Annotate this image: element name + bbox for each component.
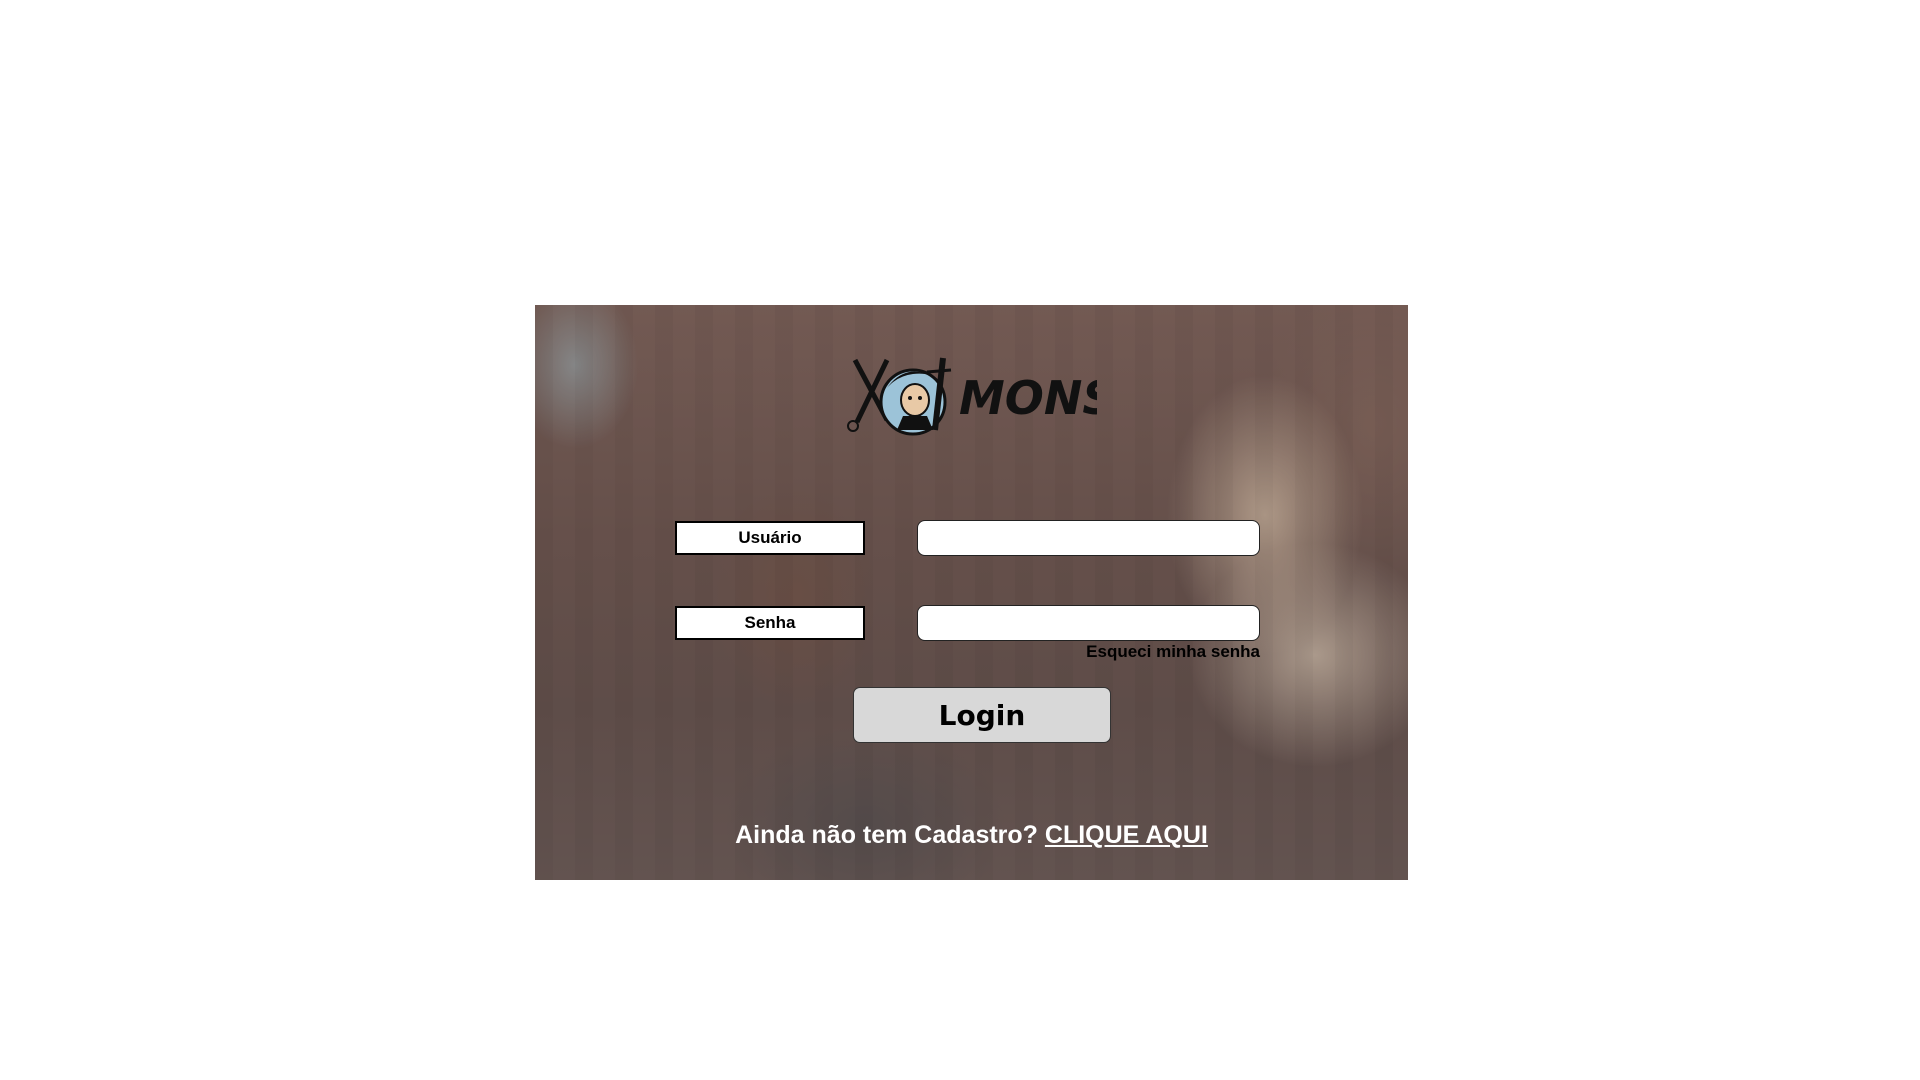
signup-prompt: Ainda não tem Cadastro? CLIQUE AQUI <box>535 821 1408 850</box>
username-input[interactable] <box>917 520 1260 556</box>
page: MONS Usuário Senha Esqueci minha senha L… <box>0 0 1920 1080</box>
signup-link[interactable]: CLIQUE AQUI <box>1045 821 1208 849</box>
password-label: Senha <box>675 606 865 640</box>
barber-mascot-icon: MONS <box>847 357 1097 436</box>
signup-prompt-text: Ainda não tem Cadastro? <box>735 821 1038 849</box>
login-button[interactable]: Login <box>853 687 1111 743</box>
svg-text:MONS: MONS <box>959 371 1097 425</box>
brand-logo: MONS <box>847 350 1097 440</box>
username-label: Usuário <box>675 521 865 555</box>
password-input[interactable] <box>917 605 1260 641</box>
forgot-password-link[interactable]: Esqueci minha senha <box>1035 642 1260 662</box>
login-card: MONS Usuário Senha Esqueci minha senha L… <box>535 305 1408 880</box>
login-form: MONS Usuário Senha Esqueci minha senha L… <box>535 305 1408 880</box>
